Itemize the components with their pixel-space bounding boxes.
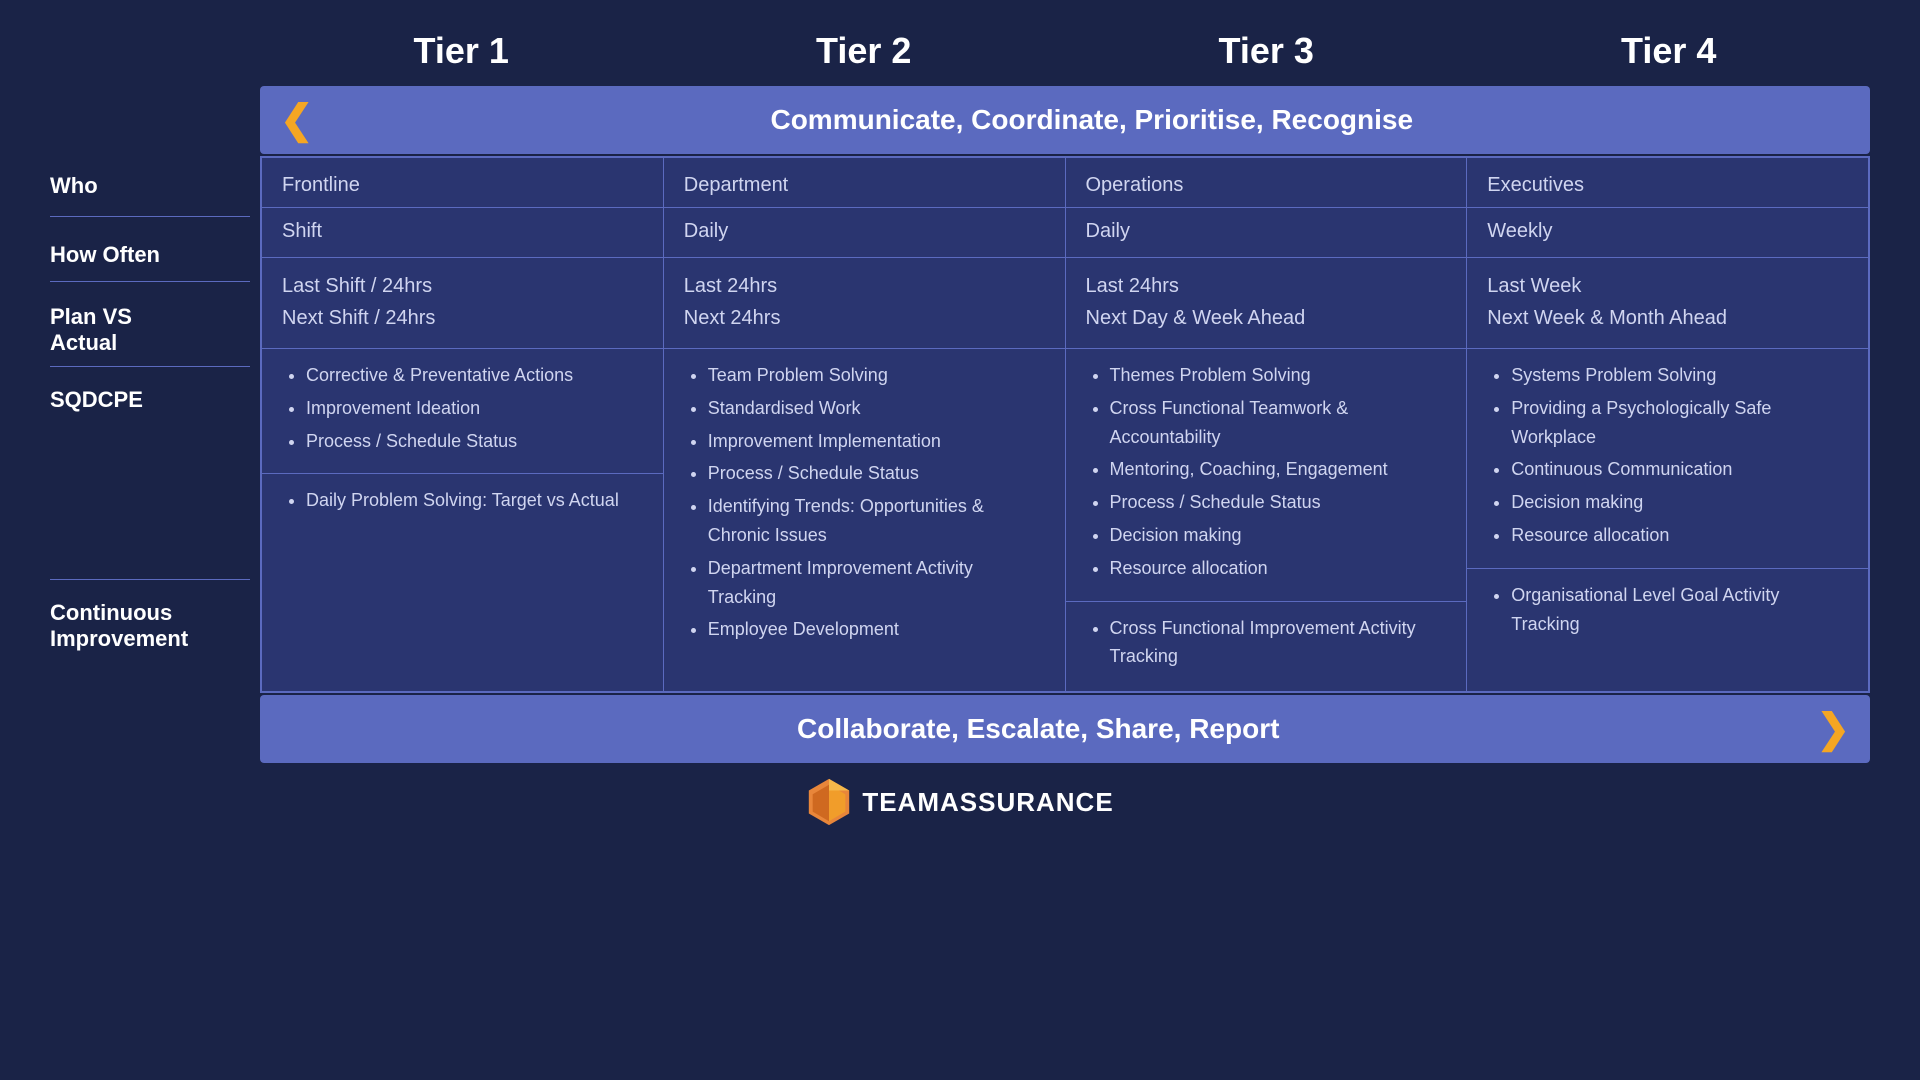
tier-3-col: Operations Daily Last 24hrsNext Day & We… [1066,158,1468,691]
list-item: Systems Problem Solving [1511,361,1848,390]
list-item: Themes Problem Solving [1110,361,1447,390]
bottom-banner: Collaborate, Escalate, Share, Report ❯ [260,695,1870,763]
logo-text: TEAMASSURANCE [862,787,1113,818]
tier-1-col: Frontline Shift Last Shift / 24hrsNext S… [262,158,664,691]
label-plan-actual: Plan VS Actual [50,304,132,357]
main-container: Tier 1 Tier 2 Tier 3 Tier 4 ❮ Communicat… [50,0,1870,827]
label-ci: Continuous Improvement [50,600,188,653]
main-grid: Who How Often Plan VS Actual SQDCPE Cont… [50,156,1870,693]
tier2-how-often: Daily [684,220,1045,257]
list-item: Decision making [1511,488,1848,517]
list-item: Decision making [1110,521,1447,550]
right-arrow-icon: ❯ [1816,709,1850,749]
row-labels: Who How Often Plan VS Actual SQDCPE Cont… [50,156,260,693]
tier1-ci: Daily Problem Solving: Target vs Actual [282,486,643,519]
list-item: Corrective & Preventative Actions [306,361,643,390]
list-item: Process / Schedule Status [708,459,1045,488]
list-item: Organisational Level Goal Activity Track… [1511,581,1848,639]
top-banner-text: Communicate, Coordinate, Prioritise, Rec… [334,104,1850,136]
list-item: Cross Functional Teamwork & Accountabili… [1110,394,1447,452]
label-who: Who [50,173,98,199]
list-item: Process / Schedule Status [1110,488,1447,517]
tier3-plan-actual: Last 24hrsNext Day & Week Ahead [1086,270,1447,348]
list-item: Team Problem Solving [708,361,1045,390]
data-columns: Frontline Shift Last Shift / 24hrsNext S… [260,156,1870,693]
tier3-ci-list: Cross Functional Improvement Activity Tr… [1086,614,1447,672]
list-item: Improvement Ideation [306,394,643,423]
list-item: Standardised Work [708,394,1045,423]
tier4-sqdcpe: Systems Problem Solving Providing a Psyc… [1487,361,1848,568]
tier-1-header: Tier 1 [260,20,663,86]
list-item: Daily Problem Solving: Target vs Actual [306,486,643,515]
tier3-sqdcpe-list: Themes Problem Solving Cross Functional … [1086,361,1447,583]
tier4-ci-list: Organisational Level Goal Activity Track… [1487,581,1848,639]
tier3-ci: Cross Functional Improvement Activity Tr… [1086,614,1447,676]
tier4-how-often: Weekly [1487,220,1848,257]
logo-area: TEAMASSURANCE [50,777,1870,827]
tier4-who: Executives [1487,174,1848,207]
list-item: Resource allocation [1110,554,1447,583]
tier1-who: Frontline [282,174,643,207]
list-item: Identifying Trends: Opportunities & Chro… [708,492,1045,550]
tier4-ci: Organisational Level Goal Activity Track… [1487,581,1848,643]
tier1-sqdcpe: Corrective & Preventative Actions Improv… [282,361,643,473]
tier-4-col: Executives Weekly Last WeekNext Week & M… [1467,158,1868,691]
tier-3-header: Tier 3 [1065,20,1468,86]
left-arrow-icon: ❮ [280,100,314,140]
list-item: Mentoring, Coaching, Engagement [1110,455,1447,484]
list-item: Employee Development [708,615,1045,644]
tier3-who: Operations [1086,174,1447,207]
tier-2-col: Department Daily Last 24hrsNext 24hrs Te… [664,158,1066,691]
tier2-sqdcpe: Team Problem Solving Standardised Work I… [684,361,1045,662]
logo-assurance: ASSURANCE [940,787,1114,817]
tier3-sqdcpe: Themes Problem Solving Cross Functional … [1086,361,1447,601]
list-item: Process / Schedule Status [306,427,643,456]
tier1-plan-actual: Last Shift / 24hrsNext Shift / 24hrs [282,270,643,348]
tier2-sqdcpe-list: Team Problem Solving Standardised Work I… [684,361,1045,644]
list-item: Resource allocation [1511,521,1848,550]
tier3-how-often: Daily [1086,220,1447,257]
list-item: Improvement Implementation [708,427,1045,456]
tier2-who: Department [684,174,1045,207]
tier-header-row: Tier 1 Tier 2 Tier 3 Tier 4 [260,20,1870,86]
list-item: Continuous Communication [1511,455,1848,484]
tier1-sqdcpe-list: Corrective & Preventative Actions Improv… [282,361,643,455]
logo-team: TEAM [862,787,940,817]
tier1-how-often: Shift [282,220,643,257]
tier1-ci-list: Daily Problem Solving: Target vs Actual [282,486,643,515]
label-sqdcpe: SQDCPE [50,387,143,413]
teamassurance-logo-icon [806,777,852,827]
tier4-plan-actual: Last WeekNext Week & Month Ahead [1487,270,1848,348]
list-item: Cross Functional Improvement Activity Tr… [1110,614,1447,672]
label-how-often: How Often [50,242,160,268]
tier4-sqdcpe-list: Systems Problem Solving Providing a Psyc… [1487,361,1848,550]
tier-4-header: Tier 4 [1468,20,1871,86]
list-item: Providing a Psychologically Safe Workpla… [1511,394,1848,452]
list-item: Department Improvement Activity Tracking [708,554,1045,612]
top-banner: ❮ Communicate, Coordinate, Prioritise, R… [260,86,1870,154]
tier2-plan-actual: Last 24hrsNext 24hrs [684,270,1045,348]
tier-2-header: Tier 2 [663,20,1066,86]
bottom-banner-text: Collaborate, Escalate, Share, Report [280,713,1796,745]
